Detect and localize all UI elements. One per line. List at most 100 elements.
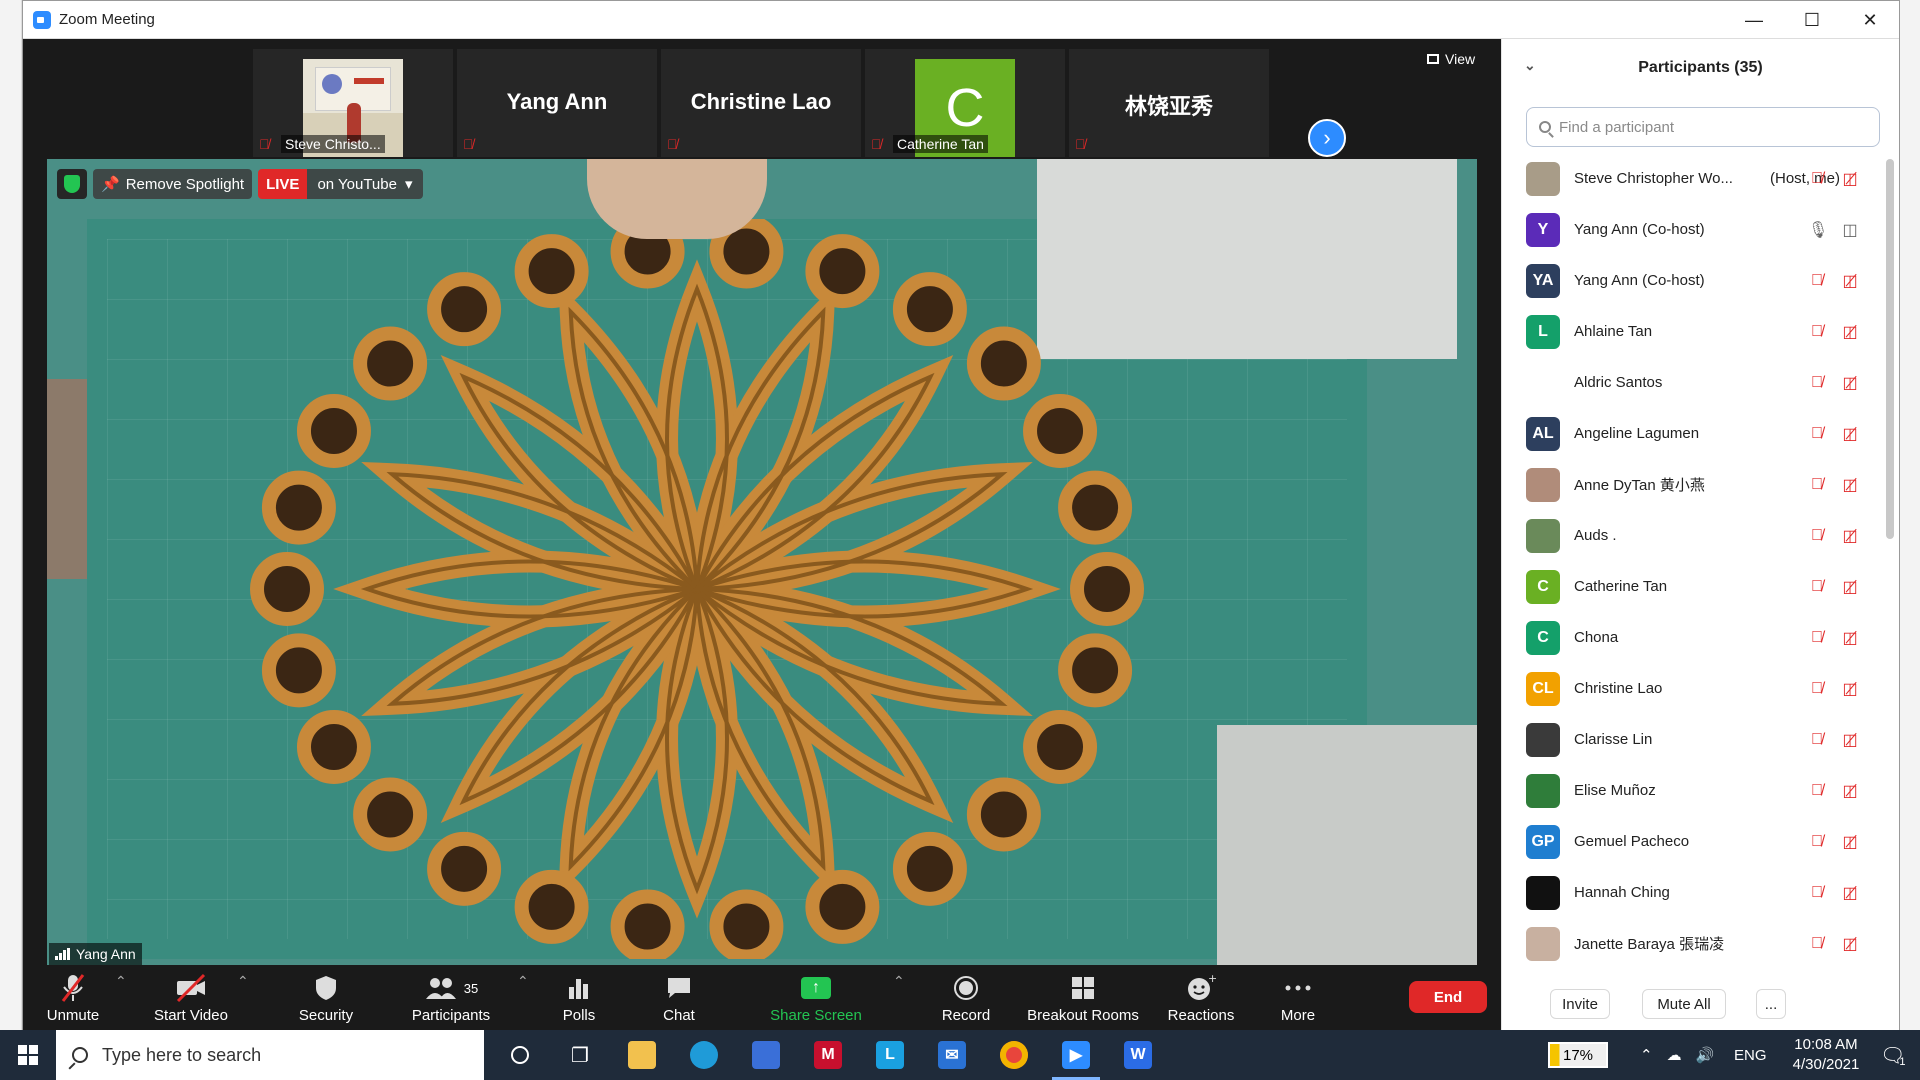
camera-off-icon[interactable]: ◫̸ — [1838, 577, 1862, 597]
camera-off-icon[interactable]: ◫̸ — [1838, 373, 1862, 393]
chevron-up-icon[interactable]: ⌃ — [1640, 1046, 1653, 1064]
mic-muted-icon[interactable]: 🎙̸ — [1808, 731, 1826, 749]
strip-tile-catherine-tan[interactable]: C 🎙̸ Catherine Tan — [865, 49, 1065, 157]
camera-off-icon[interactable]: ◫̸ — [1838, 934, 1862, 954]
collapse-chevron-icon[interactable]: ⌄ — [1524, 57, 1536, 74]
audio-options-caret-icon[interactable]: ⌃ — [115, 973, 127, 990]
participant-row[interactable]: C Chona 🎙̸ ◫̸ — [1502, 612, 1892, 663]
more-options-button[interactable]: ... — [1756, 989, 1786, 1019]
participant-row[interactable]: CL Christine Lao 🎙̸ ◫̸ — [1502, 663, 1892, 714]
mic-muted-icon[interactable]: 🎙̸ — [1808, 578, 1826, 596]
mic-muted-icon[interactable]: 🎙̸ — [1808, 323, 1826, 341]
camera-off-icon[interactable]: ◫̸ — [1838, 679, 1862, 699]
maximize-button[interactable]: ☐ — [1783, 1, 1841, 39]
clock[interactable]: 10:08 AM 4/30/2021 — [1776, 1030, 1876, 1080]
strip-tile-christine-lao[interactable]: Christine Lao 🎙̸ — [661, 49, 861, 157]
remove-spotlight-button[interactable]: 📌 Remove Spotlight — [93, 169, 253, 199]
mic-muted-icon[interactable]: 🎙̸ — [1808, 680, 1826, 698]
participant-row[interactable]: YA Yang Ann (Co-host) 🎙̸ ◫̸ — [1502, 255, 1892, 306]
mic-muted-icon[interactable]: 🎙̸ — [1808, 527, 1826, 545]
minimize-button[interactable]: — — [1725, 1, 1783, 39]
mic-muted-icon[interactable]: 🎙̸ — [1808, 272, 1826, 290]
mcafee-icon[interactable]: M — [798, 1030, 858, 1080]
store-icon[interactable] — [736, 1030, 796, 1080]
view-button[interactable]: View — [1427, 51, 1475, 67]
record-button[interactable]: Record — [931, 973, 1001, 1024]
participants-button[interactable]: 35 Participants — [401, 973, 501, 1024]
task-view-icon[interactable]: ❐ — [550, 1030, 610, 1080]
camera-off-icon[interactable]: ◫̸ — [1838, 271, 1862, 291]
participant-row[interactable]: Auds . 🎙̸ ◫̸ — [1502, 510, 1892, 561]
camera-off-icon[interactable]: ◫̸ — [1838, 883, 1862, 903]
participant-search-input[interactable]: Find a participant — [1526, 107, 1880, 147]
breakout-rooms-button[interactable]: Breakout Rooms — [1023, 973, 1143, 1024]
reactions-button[interactable]: + Reactions — [1161, 973, 1241, 1024]
participant-row[interactable]: L Ahlaine Tan 🎙̸ ◫̸ — [1502, 306, 1892, 357]
file-explorer-icon[interactable] — [612, 1030, 672, 1080]
strip-tile-yang-ann[interactable]: Yang Ann 🎙̸ — [457, 49, 657, 157]
mic-muted-icon[interactable]: 🎙̸ — [1808, 476, 1826, 494]
participant-row[interactable]: Steve Christopher Wo... (Host, me) 🎙̸ ◫̸ — [1502, 153, 1892, 204]
participant-row[interactable]: AL Angeline Lagumen 🎙̸ ◫̸ — [1502, 408, 1892, 459]
mic-muted-icon[interactable]: 🎙̸ — [1808, 833, 1826, 851]
participant-row[interactable]: Hannah Ching 🎙̸ ◫̸ — [1502, 867, 1892, 918]
participant-row[interactable]: Elise Muñoz 🎙̸ ◫̸ — [1502, 765, 1892, 816]
participant-row[interactable]: Anne DyTan 黄小燕 🎙̸ ◫̸ — [1502, 459, 1892, 510]
camera-off-icon[interactable]: ◫̸ — [1838, 475, 1862, 495]
mic-icon[interactable]: 🎙 — [1808, 220, 1828, 240]
mic-muted-icon[interactable]: 🎙̸ — [1808, 782, 1826, 800]
strip-tile-steve[interactable]: 🎙̸ Steve Christo... — [253, 49, 453, 157]
share-options-caret-icon[interactable]: ⌃ — [893, 973, 905, 990]
mail-icon[interactable]: ✉ — [922, 1030, 982, 1080]
live-stream-indicator[interactable]: LIVE on YouTube ▾ — [258, 169, 423, 199]
live-destination-dropdown[interactable]: on YouTube ▾ — [307, 169, 423, 199]
camera-off-icon[interactable]: ◫̸ — [1838, 781, 1862, 801]
invite-button[interactable]: Invite — [1550, 989, 1610, 1019]
participant-row[interactable]: Aldric Santos 🎙̸ ◫̸ — [1502, 357, 1892, 408]
taskbar-search-input[interactable]: Type here to search — [56, 1030, 484, 1080]
camera-off-icon[interactable]: ◫̸ — [1838, 169, 1862, 189]
wps-office-icon[interactable]: W — [1108, 1030, 1168, 1080]
participant-row[interactable]: GP Gemuel Pacheco 🎙̸ ◫̸ — [1502, 816, 1892, 867]
participants-options-caret-icon[interactable]: ⌃ — [517, 973, 529, 990]
zoom-taskbar-icon[interactable]: ▶ — [1046, 1030, 1106, 1080]
unmute-button[interactable]: Unmute — [43, 973, 103, 1024]
video-options-caret-icon[interactable]: ⌃ — [237, 973, 249, 990]
camera-off-icon[interactable]: ◫̸ — [1838, 424, 1862, 444]
chat-button[interactable]: Chat — [649, 973, 709, 1024]
mic-muted-icon[interactable]: 🎙̸ — [1808, 374, 1826, 392]
network-icon[interactable]: ☁ — [1667, 1046, 1682, 1064]
camera-off-icon[interactable]: ◫̸ — [1838, 832, 1862, 852]
participant-row[interactable]: Janette Baraya 張瑞凌 🎙̸ ◫̸ — [1502, 918, 1892, 969]
mic-muted-icon[interactable]: 🎙̸ — [1808, 425, 1826, 443]
camera-off-icon[interactable]: ◫̸ — [1838, 730, 1862, 750]
speaker-icon[interactable]: 🔊 — [1696, 1046, 1715, 1064]
mic-muted-icon[interactable]: 🎙̸ — [1808, 935, 1826, 953]
mute-all-button[interactable]: Mute All — [1642, 989, 1726, 1019]
cortana-icon[interactable] — [490, 1030, 550, 1080]
participant-row[interactable]: Clarisse Lin 🎙̸ ◫̸ — [1502, 714, 1892, 765]
battery-indicator[interactable]: 17% — [1548, 1030, 1608, 1080]
mic-muted-icon[interactable]: 🎙̸ — [1808, 629, 1826, 647]
start-button[interactable] — [0, 1030, 56, 1080]
chrome-icon[interactable] — [984, 1030, 1044, 1080]
more-button[interactable]: More — [1263, 973, 1333, 1024]
mic-muted-icon[interactable]: 🎙̸ — [1808, 884, 1826, 902]
camera-off-icon[interactable]: ◫̸ — [1838, 322, 1862, 342]
lucidchart-icon[interactable]: L — [860, 1030, 920, 1080]
panel-scrollbar[interactable] — [1886, 159, 1894, 539]
camera-off-icon[interactable]: ◫̸ — [1838, 628, 1862, 648]
participant-row[interactable]: Y Yang Ann (Co-host) 🎙 ◫ — [1502, 204, 1892, 255]
strip-tile-lin[interactable]: 林饶亚秀 🎙̸ — [1069, 49, 1269, 157]
end-meeting-button[interactable]: End — [1409, 981, 1487, 1013]
camera-off-icon[interactable]: ◫̸ — [1838, 526, 1862, 546]
camera-icon[interactable]: ◫ — [1838, 220, 1862, 240]
encryption-shield-icon[interactable] — [57, 169, 87, 199]
language-indicator[interactable]: ENG — [1734, 1030, 1767, 1080]
next-page-arrow-icon[interactable]: › — [1308, 119, 1346, 157]
start-video-button[interactable]: Start Video — [151, 973, 231, 1024]
polls-button[interactable]: Polls — [549, 973, 609, 1024]
share-screen-button[interactable]: ↑ Share Screen — [761, 973, 871, 1024]
close-button[interactable]: ✕ — [1841, 1, 1899, 39]
participant-row[interactable]: C Catherine Tan 🎙̸ ◫̸ — [1502, 561, 1892, 612]
